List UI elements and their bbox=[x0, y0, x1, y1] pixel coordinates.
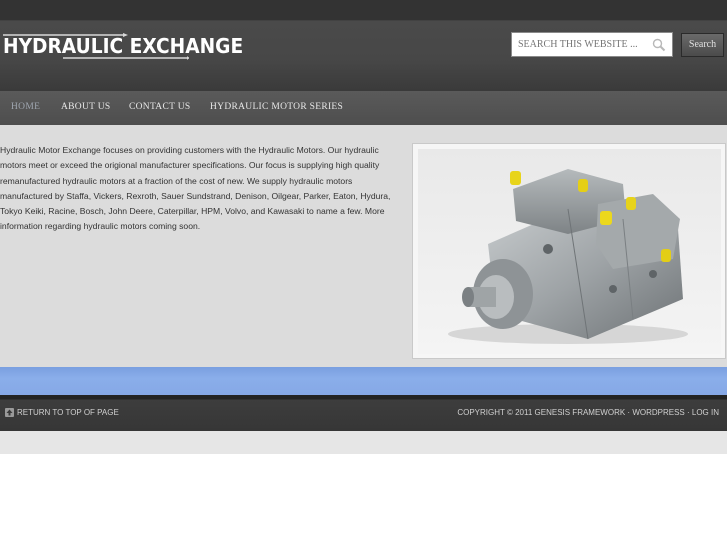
hydraulic-pump-image bbox=[418, 149, 721, 354]
nav-item-hydraulic-motor-series[interactable]: HYDRAULIC MOTOR SERIES bbox=[210, 91, 343, 125]
copyright-text: COPYRIGHT © 2011 bbox=[457, 408, 533, 417]
page-bottom-band bbox=[0, 431, 727, 454]
footer-credits: COPYRIGHT © 2011 GENESIS FRAMEWORK · WOR… bbox=[457, 408, 719, 417]
search-box[interactable] bbox=[511, 32, 673, 57]
search-button[interactable]: Search bbox=[681, 33, 724, 57]
arrow-up-icon[interactable] bbox=[5, 408, 14, 417]
return-to-top-link[interactable]: RETURN TO TOP OF PAGE bbox=[17, 408, 119, 418]
main-nav: HOME ABOUT US CONTACT US HYDRAULIC MOTOR… bbox=[0, 91, 727, 125]
genesis-framework-link[interactable]: GENESIS FRAMEWORK bbox=[535, 408, 626, 417]
site-logo[interactable]: HYDRAULIC EXCHANGE bbox=[3, 33, 243, 60]
login-link[interactable]: LOG IN bbox=[692, 408, 719, 417]
accent-bar bbox=[0, 367, 727, 395]
logo-text: HYDRAULIC EXCHANGE bbox=[3, 34, 244, 58]
header-top-strip bbox=[0, 0, 727, 20]
wordpress-link[interactable]: WORDPRESS bbox=[632, 408, 684, 417]
search-input[interactable] bbox=[512, 33, 652, 56]
product-photo-frame bbox=[412, 143, 726, 359]
nav-item-contact-us[interactable]: CONTACT US bbox=[129, 91, 190, 125]
nav-item-about-us[interactable]: ABOUT US bbox=[61, 91, 110, 125]
intro-paragraph: Hydraulic Motor Exchange focuses on prov… bbox=[0, 145, 391, 232]
nav-item-home[interactable]: HOME bbox=[11, 91, 40, 125]
footer-separator: · bbox=[684, 408, 692, 417]
search-icon bbox=[652, 38, 666, 52]
